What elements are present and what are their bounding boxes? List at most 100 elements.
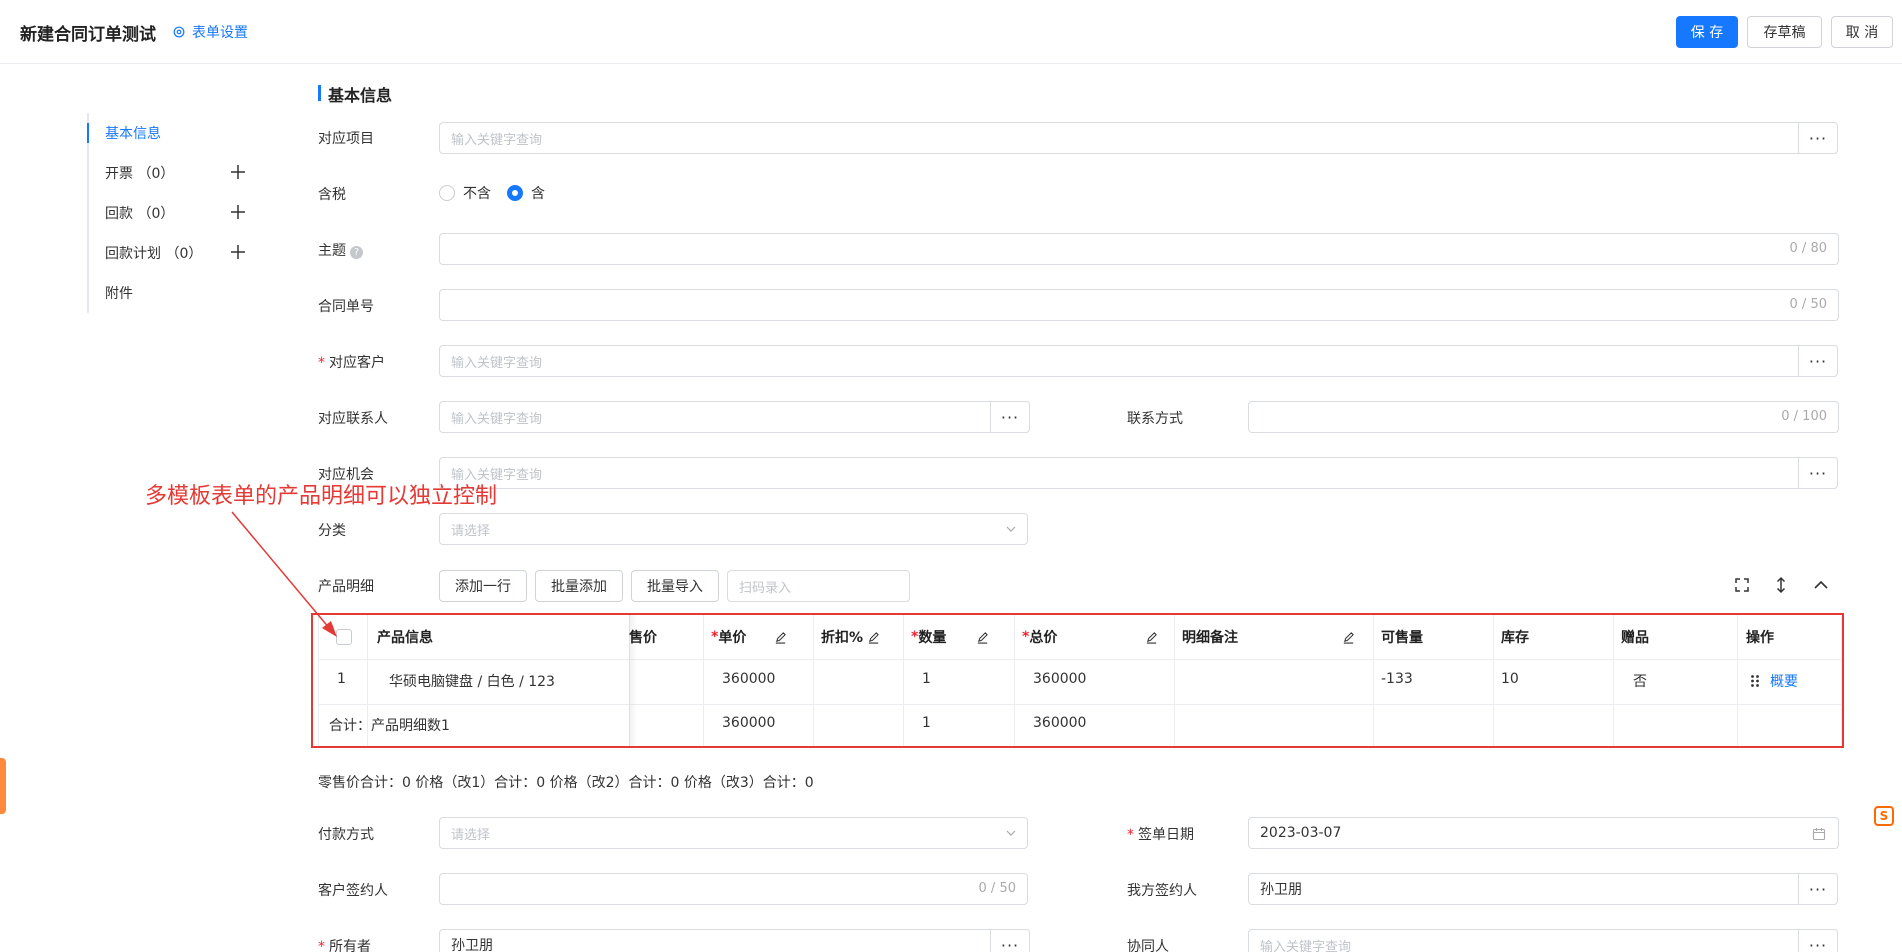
nav-item-payment-plan[interactable]: 回款计划 （0）: [89, 233, 257, 273]
owner-lookup-button[interactable]: ···: [990, 929, 1030, 952]
row-gift[interactable]: 否: [1633, 671, 1647, 691]
nav-item-payment-received[interactable]: 回款 （0）: [89, 193, 257, 233]
col-product: 产品信息: [377, 630, 433, 646]
sign-date-input[interactable]: 2023-03-07: [1248, 817, 1839, 849]
section-title: 基本信息: [318, 82, 392, 106]
collaborator-input[interactable]: 输入关键字查询: [1248, 929, 1799, 952]
summary-link[interactable]: 概要: [1770, 671, 1798, 691]
our-signer-lookup-button[interactable]: ···: [1798, 873, 1838, 905]
nav-item-invoice[interactable]: 开票 （0）: [89, 153, 257, 193]
select-all-checkbox[interactable]: [336, 629, 352, 645]
chevron-up-icon[interactable]: [1811, 575, 1831, 595]
char-count: 0 / 50: [1789, 297, 1827, 312]
form-settings-link[interactable]: 表单设置: [172, 22, 248, 42]
page-title: 新建合同订单测试: [20, 25, 156, 45]
save-draft-button[interactable]: 存草稿: [1747, 16, 1822, 48]
table-divider: [903, 615, 904, 748]
edit-icon[interactable]: [1342, 631, 1355, 644]
table-divider: [319, 659, 1843, 660]
add-row-button[interactable]: 添加一行: [439, 570, 527, 602]
opportunity-lookup-button[interactable]: ···: [1798, 457, 1838, 489]
collaborator-lookup-button[interactable]: ···: [1798, 929, 1838, 952]
batch-add-button[interactable]: 批量添加: [535, 570, 623, 602]
product-table: 产品信息 售价 * 单价 折扣% * 数量 * 总价 明细备注 可售量 库存 赠品 操…: [318, 614, 1843, 748]
plus-icon[interactable]: [229, 243, 247, 261]
our-signer-input[interactable]: 孙卫朋: [1248, 873, 1799, 905]
drag-handle-icon[interactable]: [1750, 674, 1760, 688]
row-total[interactable]: 360000: [1033, 671, 1086, 687]
save-button[interactable]: 保 存: [1676, 16, 1738, 48]
batch-import-button[interactable]: 批量导入: [631, 570, 719, 602]
char-count: 0 / 100: [1781, 409, 1827, 424]
owner-label: * 所有者: [318, 936, 371, 952]
expand-vertical-icon[interactable]: [1771, 575, 1791, 595]
customer-signer-label: 客户签约人: [318, 883, 388, 899]
collaborator-label: 协同人: [1127, 939, 1169, 952]
row-index: 1: [337, 671, 346, 687]
contract-no-label: 合同单号: [318, 299, 374, 315]
col-sellable: 可售量: [1381, 630, 1423, 646]
col-unit-price-text: 单价: [718, 630, 747, 646]
col-quantity-text: 数量: [918, 630, 947, 646]
plus-icon[interactable]: [229, 163, 247, 181]
section-nav: 基本信息 开票 （0） 回款 （0） 回款计划 （0） 附件: [87, 113, 257, 313]
cancel-button[interactable]: 取 消: [1831, 16, 1893, 48]
our-signer-value: 孙卫朋: [1260, 882, 1302, 898]
edit-icon[interactable]: [1145, 631, 1158, 644]
side-drawer-tab[interactable]: [0, 758, 6, 814]
tax-option-inclusive[interactable]: 含: [507, 183, 545, 203]
contact-input[interactable]: 输入关键字查询: [439, 401, 991, 433]
nav-item-label: 回款计划 （0）: [105, 246, 203, 262]
project-lookup-button[interactable]: ···: [1798, 122, 1838, 154]
category-select[interactable]: 请选择: [439, 513, 1028, 545]
fullscreen-icon[interactable]: [1732, 575, 1752, 595]
row-sellable: -133: [1381, 671, 1413, 687]
subject-input[interactable]: 0 / 80: [439, 233, 1839, 265]
form-settings-label: 表单设置: [192, 25, 248, 41]
nav-item-basic-info[interactable]: 基本信息: [87, 113, 257, 153]
contact-lookup-button[interactable]: ···: [990, 401, 1030, 433]
customer-input[interactable]: 输入关键字查询: [439, 345, 1799, 377]
edit-icon[interactable]: [867, 631, 880, 644]
row-unit-price[interactable]: 360000: [722, 671, 775, 687]
page-header: 新建合同订单测试 表单设置 保 存 存草稿 取 消: [0, 0, 1902, 64]
tax-option-exclusive[interactable]: 不含: [439, 183, 491, 203]
col-discount: 折扣%: [821, 627, 880, 647]
category-placeholder: 请选择: [451, 523, 491, 539]
scan-input[interactable]: 扫码录入: [727, 570, 910, 602]
row-product[interactable]: 华硕电脑键盘 / 白色 / 123: [389, 671, 555, 691]
plus-icon[interactable]: [229, 203, 247, 221]
col-unit-price: * 单价: [711, 627, 787, 647]
gear-icon: [173, 26, 185, 38]
edit-icon[interactable]: [774, 631, 787, 644]
nav-item-label: 基本信息: [105, 126, 161, 142]
nav-item-label: 开票 （0）: [105, 166, 175, 182]
owner-input[interactable]: 孙卫朋: [439, 929, 991, 952]
table-divider: [319, 704, 1843, 705]
footer-count: 合计：产品明细数1: [329, 718, 450, 734]
contract-no-input[interactable]: 0 / 50: [439, 289, 1839, 321]
col-discount-text: 折扣%: [821, 630, 864, 646]
required-mark: *: [1127, 827, 1134, 843]
project-input[interactable]: 输入关键字查询: [439, 122, 1799, 154]
char-count: 0 / 50: [978, 881, 1016, 896]
floating-helper-icon[interactable]: S: [1874, 806, 1894, 826]
edit-icon[interactable]: [976, 631, 989, 644]
payment-select[interactable]: 请选择: [439, 817, 1028, 849]
footer-unit-price: 360000: [722, 715, 776, 731]
annotation-text: 多模板表单的产品明细可以独立控制: [145, 484, 498, 509]
help-icon[interactable]: ?: [350, 246, 363, 259]
radio-off-icon: [439, 185, 455, 201]
contact-method-input[interactable]: 0 / 100: [1248, 401, 1839, 433]
checkbox-icon: [336, 629, 352, 645]
opportunity-input[interactable]: 输入关键字查询: [439, 457, 1799, 489]
customer-lookup-button[interactable]: ···: [1798, 345, 1838, 377]
row-quantity[interactable]: 1: [922, 671, 931, 687]
owner-value: 孙卫朋: [451, 938, 493, 952]
contact-label: 对应联系人: [318, 411, 388, 427]
table-divider: [813, 615, 814, 748]
required-mark: *: [318, 355, 325, 371]
chevron-down-icon: [1006, 830, 1016, 836]
nav-item-attachments[interactable]: 附件: [89, 273, 257, 313]
customer-signer-input[interactable]: 0 / 50: [439, 873, 1028, 905]
